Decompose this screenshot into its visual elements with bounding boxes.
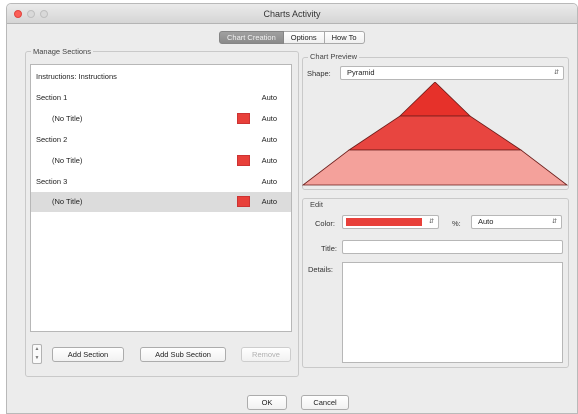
chart-preview-label: Chart Preview xyxy=(308,52,360,61)
color-swatch[interactable] xyxy=(237,196,250,207)
chevron-updown-icon: ⇵ xyxy=(428,219,434,225)
row-auto: Auto xyxy=(261,135,277,144)
add-section-button[interactable]: Add Section xyxy=(52,347,124,362)
remove-button[interactable]: Remove xyxy=(241,347,291,362)
list-item[interactable]: (No Title) Auto xyxy=(31,110,291,128)
chevron-up-icon[interactable]: ▲ xyxy=(33,345,41,354)
row-label: (No Title) xyxy=(52,114,83,123)
tab-how-to[interactable]: How To xyxy=(324,31,365,44)
details-label: Details: xyxy=(308,265,334,274)
row-label: (No Title) xyxy=(52,156,83,165)
color-picker[interactable]: ⇵ xyxy=(342,215,439,229)
list-item[interactable]: Instructions: Instructions xyxy=(31,68,291,86)
row-auto: Auto xyxy=(261,156,277,165)
row-auto: Auto xyxy=(261,93,277,102)
details-textarea[interactable] xyxy=(342,262,563,363)
shape-value: Pyramid xyxy=(347,68,375,77)
row-auto: Auto xyxy=(261,114,277,123)
manage-sections-label: Manage Sections xyxy=(31,47,93,56)
pyramid-preview xyxy=(302,82,568,186)
row-auto: Auto xyxy=(261,197,277,206)
row-label: Instructions: Instructions xyxy=(36,72,117,81)
chevron-updown-icon: ⇵ xyxy=(551,219,557,225)
shape-label: Shape: xyxy=(307,69,331,78)
list-item-selected[interactable]: (No Title) Auto xyxy=(31,192,291,212)
window-title: Charts Activity xyxy=(263,9,321,19)
color-label: Color: xyxy=(315,219,336,228)
list-item[interactable]: Section 2 Auto xyxy=(31,131,291,149)
row-auto: Auto xyxy=(261,177,277,186)
reorder-stepper[interactable]: ▲ ▼ xyxy=(32,344,42,364)
pyramid-layer-bottom xyxy=(302,149,568,186)
percent-value: Auto xyxy=(478,217,494,226)
add-sub-section-button[interactable]: Add Sub Section xyxy=(140,347,226,362)
row-label: Section 1 xyxy=(36,93,68,102)
row-label: Section 2 xyxy=(36,135,68,144)
tab-bar: Chart Creation Options How To xyxy=(219,31,365,44)
list-item[interactable]: Section 3 Auto xyxy=(31,173,291,191)
title-bar: Charts Activity xyxy=(7,4,577,24)
color-swatch[interactable] xyxy=(237,155,250,166)
percent-select[interactable]: Auto ⇵ xyxy=(471,215,562,229)
sections-list[interactable]: Instructions: Instructions Section 1 Aut… xyxy=(30,64,292,332)
tab-chart-creation[interactable]: Chart Creation xyxy=(219,31,284,44)
ok-button[interactable]: OK xyxy=(247,395,287,410)
percent-label: %: xyxy=(452,219,461,228)
color-swatch[interactable] xyxy=(237,113,250,124)
charts-activity-window: Charts Activity Chart Creation Options H… xyxy=(6,3,578,414)
tab-options[interactable]: Options xyxy=(283,31,325,44)
edit-label: Edit xyxy=(308,200,325,209)
color-chip xyxy=(346,218,422,226)
pyramid-layer-middle xyxy=(347,115,523,151)
list-item[interactable]: Section 1 Auto xyxy=(31,89,291,107)
row-label: (No Title) xyxy=(52,197,83,206)
chevron-updown-icon: ⇵ xyxy=(553,70,559,76)
shape-select[interactable]: Pyramid ⇵ xyxy=(340,66,564,80)
title-input[interactable] xyxy=(342,240,563,254)
pyramid-layer-top xyxy=(399,82,471,117)
title-label: Title: xyxy=(321,244,337,253)
cancel-button[interactable]: Cancel xyxy=(301,395,349,410)
list-item[interactable]: (No Title) Auto xyxy=(31,152,291,170)
row-label: Section 3 xyxy=(36,177,68,186)
chevron-down-icon[interactable]: ▼ xyxy=(33,354,41,363)
